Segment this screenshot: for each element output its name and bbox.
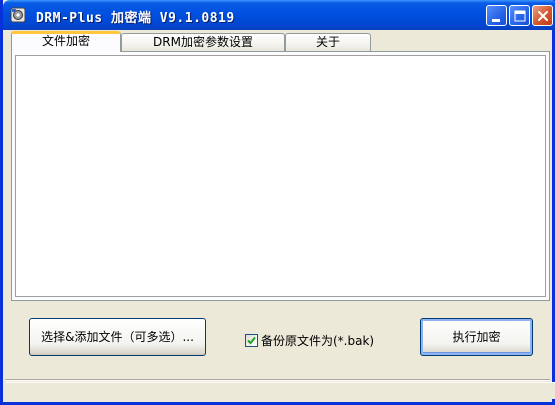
backup-checkbox[interactable] bbox=[245, 334, 258, 347]
main-window: DRM-Plus 加密端 V9.1.0819 文件加密 DRM加密参数设置 关于 bbox=[0, 0, 555, 405]
tab-file-encrypt[interactable]: 文件加密 bbox=[11, 31, 121, 52]
title-bar[interactable]: DRM-Plus 加密端 V9.1.0819 bbox=[3, 0, 555, 30]
tab-drm-settings[interactable]: DRM加密参数设置 bbox=[121, 33, 285, 51]
encrypt-label: 执行加密 bbox=[452, 330, 501, 344]
close-button[interactable] bbox=[532, 5, 553, 26]
status-bar bbox=[6, 382, 555, 399]
close-icon bbox=[538, 11, 548, 21]
tab-label: 文件加密 bbox=[41, 34, 90, 48]
file-list-area[interactable] bbox=[15, 55, 546, 297]
encrypt-button[interactable]: 执行加密 bbox=[420, 318, 533, 356]
tab-about[interactable]: 关于 bbox=[285, 33, 371, 51]
app-icon[interactable] bbox=[10, 7, 26, 23]
tab-label: 关于 bbox=[315, 35, 340, 49]
select-files-label: 选择&添加文件（可多选）... bbox=[41, 330, 194, 344]
window-title: DRM-Plus 加密端 V9.1.0819 bbox=[36, 11, 235, 26]
backup-checkbox-label: 备份原文件为(*.bak) bbox=[261, 334, 375, 348]
tab-label: DRM加密参数设置 bbox=[153, 35, 253, 49]
tab-panel bbox=[11, 51, 550, 301]
select-files-button[interactable]: 选择&添加文件（可多选）... bbox=[29, 318, 206, 356]
maximize-icon bbox=[514, 10, 526, 22]
maximize-button[interactable] bbox=[509, 5, 530, 26]
minimize-button[interactable] bbox=[486, 5, 507, 26]
minimize-icon bbox=[492, 19, 500, 22]
status-divider bbox=[5, 379, 550, 381]
checkmark-icon bbox=[247, 336, 256, 345]
tab-strip: 文件加密 DRM加密参数设置 关于 bbox=[6, 31, 555, 52]
